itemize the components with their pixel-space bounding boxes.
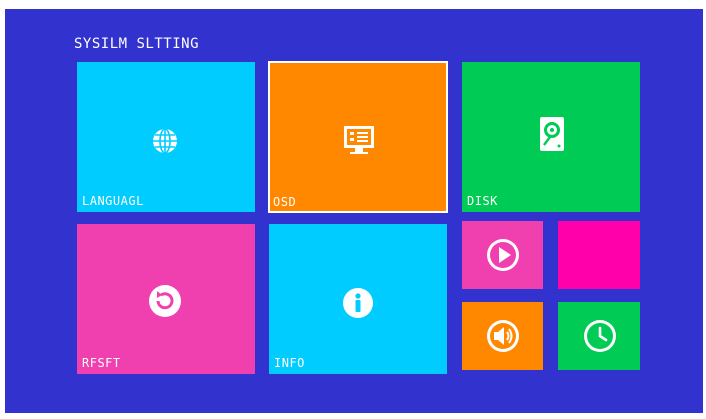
volume-icon bbox=[484, 317, 522, 355]
reset-icon bbox=[145, 281, 185, 321]
clock-icon bbox=[581, 317, 619, 355]
info-label: INFO bbox=[274, 356, 305, 370]
language-label: LANGUAGL bbox=[82, 194, 144, 208]
play-icon bbox=[484, 236, 522, 274]
disk-tile[interactable]: DISK bbox=[462, 62, 640, 212]
info-icon bbox=[341, 286, 375, 320]
info-tile[interactable]: INFO bbox=[269, 224, 447, 374]
time-tile[interactable] bbox=[558, 302, 640, 370]
language-tile[interactable]: LANGUAGL bbox=[77, 62, 255, 212]
page-title: SYSILM SLTTING bbox=[74, 36, 200, 52]
osd-label: OSD bbox=[273, 195, 297, 209]
reset-label: RFSFT bbox=[82, 356, 121, 370]
blank-tile[interactable] bbox=[558, 221, 640, 289]
reset-tile[interactable]: RFSFT bbox=[77, 224, 255, 374]
hard-drive-icon bbox=[535, 114, 569, 156]
playback-tile[interactable] bbox=[462, 221, 543, 289]
disk-label: DISK bbox=[467, 194, 498, 208]
osd-tile[interactable]: OSD bbox=[268, 61, 448, 213]
monitor-icon bbox=[341, 123, 377, 157]
volume-tile[interactable] bbox=[462, 302, 543, 370]
globe-icon bbox=[149, 125, 181, 157]
